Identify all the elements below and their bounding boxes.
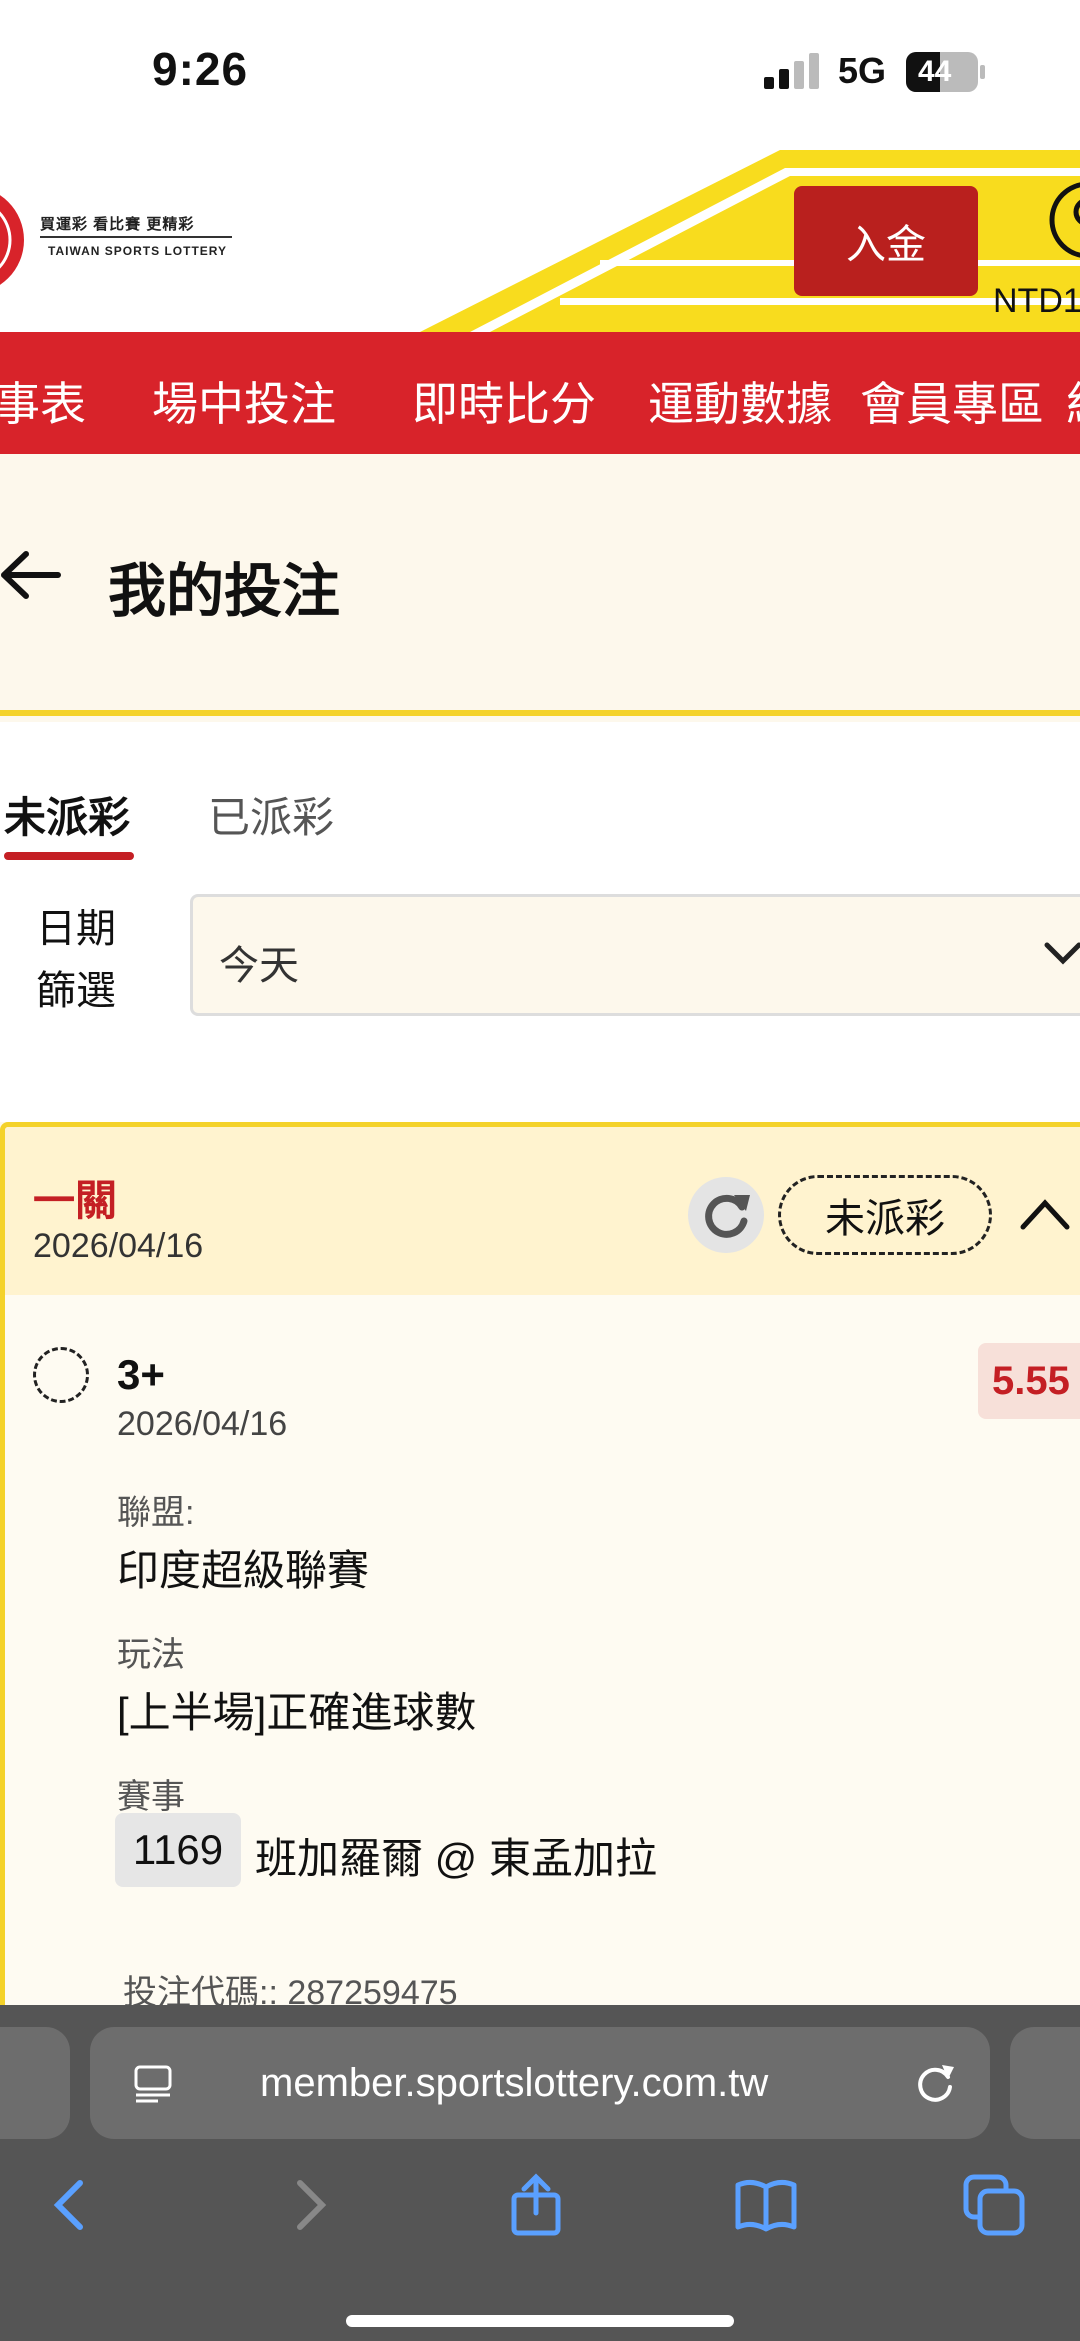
odds-badge: 5.55: [978, 1343, 1080, 1419]
nav-item-member-area[interactable]: 會員專區: [860, 368, 1044, 434]
nav-item-schedule[interactable]: 事表: [0, 368, 86, 434]
browser-toolbar: member.sportslottery.com.tw: [0, 2005, 1080, 2341]
logo-divider: [40, 236, 232, 238]
previous-tab-preview[interactable]: [0, 2027, 70, 2139]
tab-unsettled[interactable]: 未派彩: [4, 784, 130, 845]
reload-icon[interactable]: [910, 2057, 960, 2107]
date-filter-label: 日期 篩選: [36, 898, 126, 1022]
event-label: 賽事: [117, 1778, 185, 1816]
market-value: [上半場]正確進球數: [117, 1689, 477, 1736]
bet-date: 2026/04/16: [33, 1227, 204, 1265]
league-label: 聯盟:: [117, 1494, 195, 1532]
date-filter-value: 今天: [219, 944, 299, 988]
bet-card-header[interactable]: 一關 2026/04/16 未派彩: [5, 1127, 1080, 1295]
logo-emblem: [0, 195, 24, 285]
battery-level: 44: [918, 55, 952, 88]
site-header: 買運彩 看比賽 更精彩 TAIWAN SPORTS LOTTERY 入金 NTD…: [0, 150, 1080, 332]
forward-icon[interactable]: [276, 2173, 340, 2237]
selection-radio[interactable]: [33, 1347, 89, 1403]
next-tab-preview[interactable]: [1010, 2027, 1080, 2139]
date-filter-select[interactable]: 今天: [190, 894, 1080, 1016]
status-time: 9:26: [152, 43, 249, 95]
match-name: 班加羅爾 @ 東孟加拉: [255, 1835, 657, 1882]
page-header: 我的投注: [0, 454, 1080, 716]
signal-icon: [764, 53, 819, 89]
refresh-button[interactable]: [688, 1177, 764, 1253]
logo-slogan: 買運彩 看比賽 更精彩: [40, 216, 195, 233]
back-arrow-icon[interactable]: [0, 550, 62, 600]
nav-item-more[interactable]: 約: [1066, 368, 1080, 434]
bookmarks-icon[interactable]: [734, 2173, 798, 2237]
url-text: member.sportslottery.com.tw: [260, 2061, 769, 2105]
tab-settled[interactable]: 已派彩: [208, 784, 334, 845]
logo-english: TAIWAN SPORTS LOTTERY: [48, 244, 227, 258]
nav-item-live-scores[interactable]: 即時比分: [412, 368, 596, 434]
chevron-up-icon[interactable]: [1019, 1197, 1071, 1231]
status-bar: 9:26 5G 44: [0, 0, 1080, 150]
bet-type: 一關: [33, 1177, 118, 1224]
status-badge: 未派彩: [778, 1175, 992, 1255]
battery-icon: 44: [906, 52, 986, 92]
league-value: 印度超級聯賽: [117, 1547, 370, 1594]
page-menu-icon[interactable]: [132, 2063, 174, 2105]
share-icon[interactable]: [504, 2173, 568, 2237]
match-id-badge: 1169: [115, 1813, 241, 1887]
market-label: 玩法: [117, 1636, 185, 1674]
refresh-icon: [705, 1194, 750, 1238]
bet-card: 一關 2026/04/16 未派彩 3+ 2026/04/16 5.55 聯盟:…: [0, 1122, 1080, 2022]
date-filter-label-line1: 日期: [36, 907, 116, 951]
address-bar[interactable]: member.sportslottery.com.tw: [90, 2027, 990, 2139]
active-tab-indicator: [4, 852, 134, 860]
selection-name: 3+: [117, 1351, 165, 1398]
user-avatar-icon[interactable]: [1048, 180, 1080, 260]
network-type: 5G: [838, 50, 887, 91]
tabs-icon[interactable]: [962, 2173, 1026, 2237]
main-nav: 事表 場中投注 即時比分 運動數據 會員專區 約: [0, 332, 1080, 454]
back-icon[interactable]: [40, 2173, 104, 2237]
selection-date: 2026/04/16: [117, 1405, 288, 1443]
deposit-button[interactable]: 入金: [794, 186, 978, 296]
date-filter-label-line2: 篩選: [36, 969, 116, 1013]
bet-tabs-and-filter: 未派彩 已派彩 日期 篩選 今天: [0, 722, 1080, 1122]
page-title: 我的投注: [108, 559, 341, 624]
nav-item-sports-data[interactable]: 運動數據: [648, 368, 832, 434]
balance-label: NTD1: [993, 282, 1080, 320]
nav-item-live-betting[interactable]: 場中投注: [152, 368, 336, 434]
chevron-down-icon: [1044, 942, 1080, 965]
home-indicator: [346, 2315, 734, 2327]
